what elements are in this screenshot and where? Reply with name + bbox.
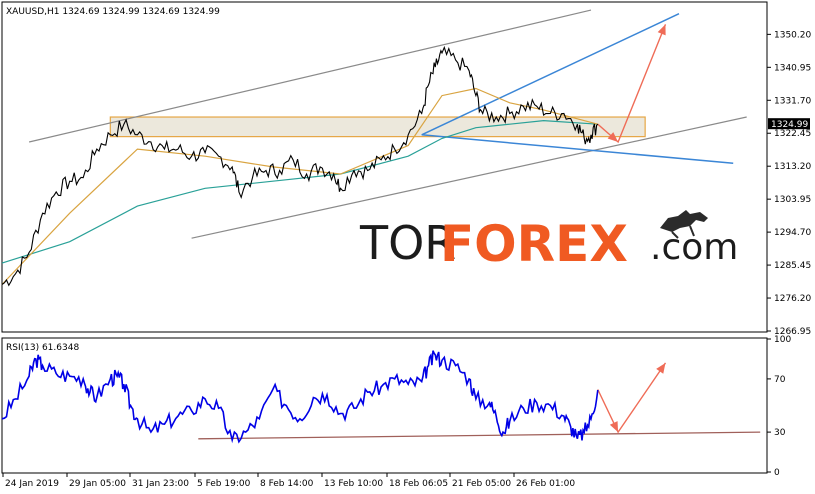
time-tick-label: 26 Feb 01:00 xyxy=(516,479,575,489)
rsi-tick-label: 70 xyxy=(774,375,786,385)
rsi-tick-label: 0 xyxy=(774,468,780,478)
price-header: XAUUSD,H1 1324.69 1324.99 1324.69 1324.9… xyxy=(6,7,220,17)
time-tick-label: 13 Feb 10:00 xyxy=(324,479,383,489)
current-price-label: 1324.99 xyxy=(771,120,808,130)
time-tick-label: 18 Feb 06:05 xyxy=(389,479,448,489)
time-x-axis: 24 Jan 2019 29 Jan 05:00 31 Jan 23:00 5 Feb… xyxy=(2,473,575,489)
resistance-zone xyxy=(109,116,646,138)
price-tick-label: 1313.20 xyxy=(774,162,811,172)
price-tick-label: 1350.20 xyxy=(774,30,811,40)
price-tick-label: 1276.20 xyxy=(774,294,811,304)
rsi-header: RSI(13) 61.6348 xyxy=(6,343,79,353)
rsi-panel-frame xyxy=(1,337,768,474)
time-tick-label: 5 Feb 19:00 xyxy=(197,479,251,489)
chart-canvas: XAUUSD,H1 1324.69 1324.99 1324.69 1324.9… xyxy=(1,1,811,489)
price-tick-label: 1322.45 xyxy=(774,129,811,139)
price-panel-frame xyxy=(1,1,768,333)
rsi-y-axis: 100 70 30 0 xyxy=(767,335,791,478)
time-tick-label: 29 Jan 05:00 xyxy=(69,479,126,489)
torforex-logo: TOR FOREX .com xyxy=(359,210,738,273)
time-tick-label: 24 Jan 2019 xyxy=(5,479,59,489)
rsi-tick-label: 30 xyxy=(774,428,786,438)
price-y-axis: 1350.20 1340.95 1331.70 1322.45 1313.20 1303.… xyxy=(767,30,811,337)
price-tick-label: 1331.70 xyxy=(774,96,811,106)
price-tick-label: 1285.45 xyxy=(774,261,811,271)
current-price-marker: 1324.99 xyxy=(768,118,810,130)
logo-forex-text: FOREX xyxy=(440,215,628,273)
price-tick-label: 1340.95 xyxy=(774,63,811,73)
logo-com-text: .com xyxy=(650,227,738,268)
time-tick-label: 21 Feb 05:00 xyxy=(452,479,511,489)
time-tick-label: 31 Jan 23:00 xyxy=(132,479,189,489)
price-tick-label: 1294.70 xyxy=(774,228,811,238)
time-tick-label: 8 Feb 14:00 xyxy=(260,479,314,489)
price-tick-label: 1303.95 xyxy=(774,195,811,205)
rsi-tick-label: 100 xyxy=(774,335,791,345)
